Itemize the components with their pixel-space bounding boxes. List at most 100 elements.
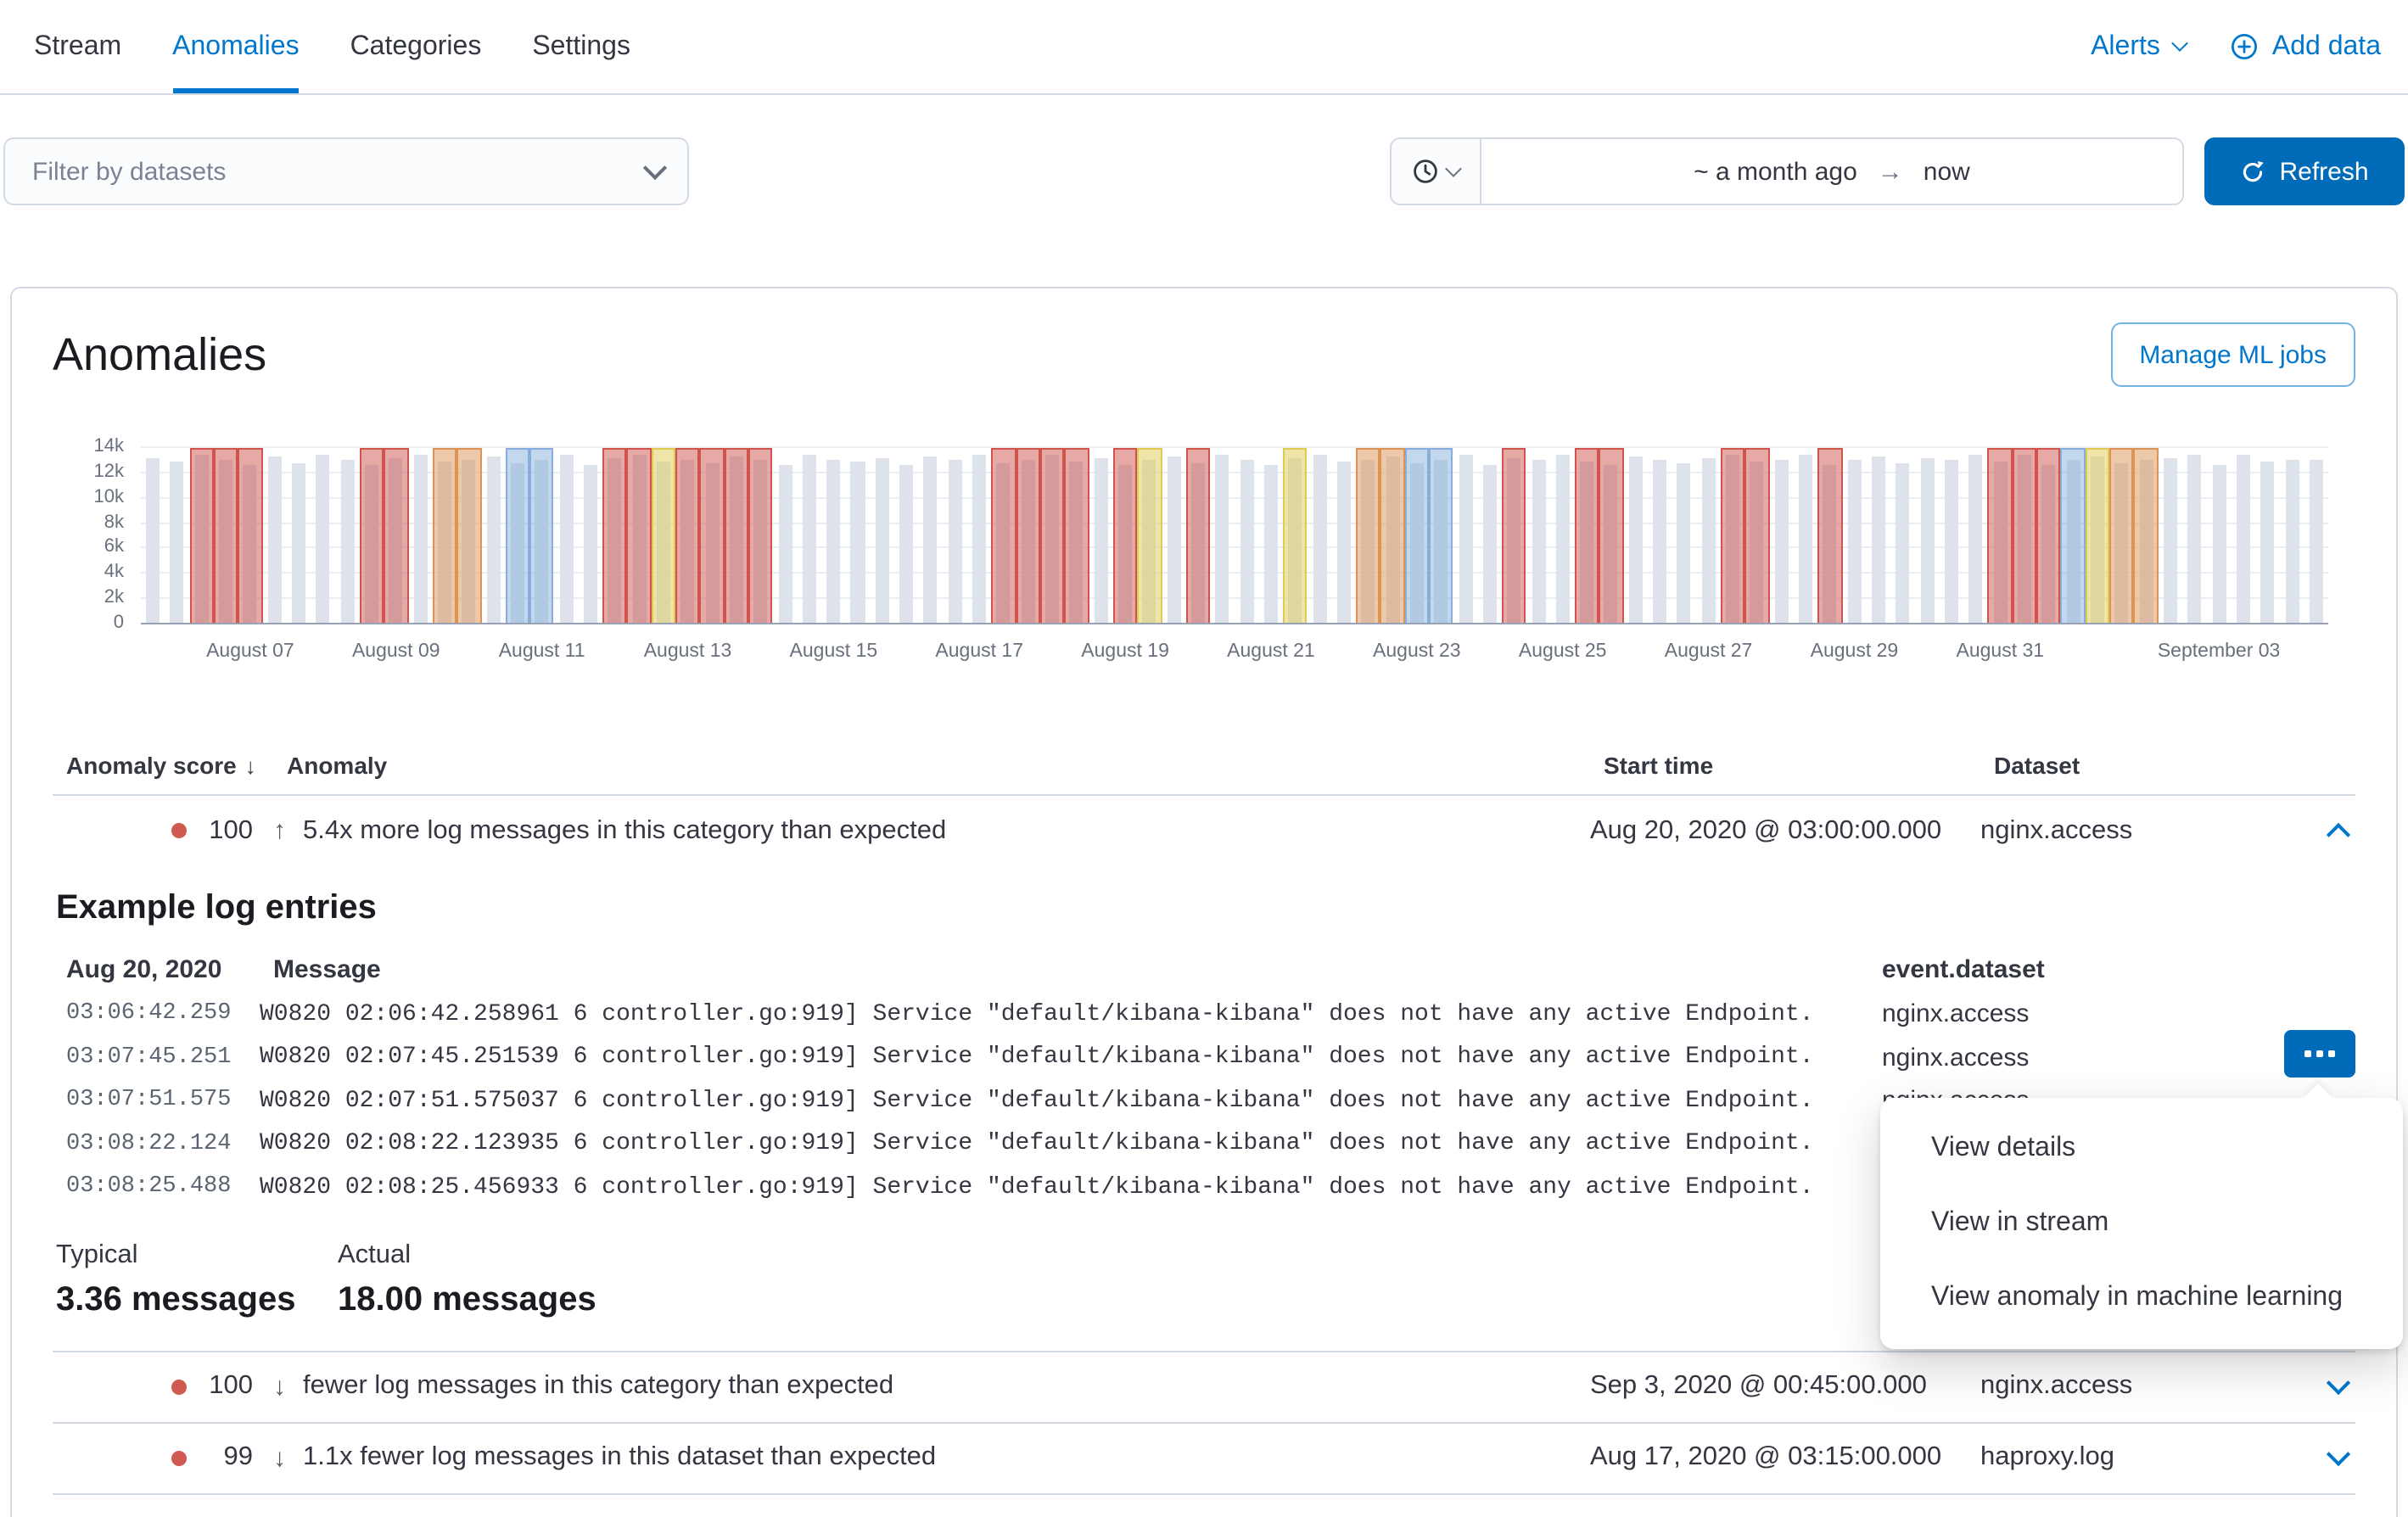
refresh-button[interactable]: Refresh <box>2204 137 2405 205</box>
filter-bar: ~ a month ago → now Refresh <box>3 137 2405 205</box>
column-anomaly: Anomaly <box>273 752 1590 779</box>
menu-item-view-in-stream[interactable]: View in stream <box>1880 1186 2403 1261</box>
chevron-down-icon <box>2171 35 2188 52</box>
chart-annotation-warning[interactable] <box>529 448 554 624</box>
chart-annotation-major[interactable] <box>1356 448 1380 624</box>
chart-bar <box>146 458 160 624</box>
alerts-menu-button[interactable]: Alerts <box>2091 31 2186 62</box>
log-date-column: Aug 20, 2020 <box>53 954 260 983</box>
log-timestamp: 03:07:51.575 <box>53 1089 260 1114</box>
expand-row-button[interactable] <box>2320 1381 2355 1391</box>
chart-annotation-critical[interactable] <box>1721 448 1745 624</box>
chart-annotation-minor[interactable] <box>1137 448 1162 624</box>
tab-categories[interactable]: Categories <box>350 0 482 93</box>
chart-annotation-minor[interactable] <box>1283 448 1308 624</box>
date-range-display: ~ a month ago → now <box>1481 139 2182 204</box>
chart-annotation-critical[interactable] <box>1745 448 1770 624</box>
chart-annotation-major[interactable] <box>456 448 481 624</box>
chart-annotation-critical[interactable] <box>675 448 700 624</box>
chart-annotation-critical[interactable] <box>1502 448 1526 624</box>
quick-select-date-button[interactable] <box>1392 139 1481 204</box>
x-axis-label: August 21 <box>1227 641 1315 662</box>
chart-annotation-critical[interactable] <box>238 448 263 624</box>
expand-row-button[interactable] <box>2320 1453 2355 1463</box>
chart-annotation-warning[interactable] <box>506 448 530 624</box>
anomaly-dataset: haproxy.log <box>1980 1514 2320 1517</box>
tab-stream[interactable]: Stream <box>34 0 121 93</box>
chart-annotation-warning[interactable] <box>2061 448 2086 624</box>
date-range-start[interactable]: ~ a month ago <box>1694 157 1857 186</box>
chart-annotation-minor[interactable] <box>652 448 676 624</box>
chart-annotation-major[interactable] <box>1380 448 1405 624</box>
anomaly-table-row[interactable]: 99↓1x fewer log messages in this dataset… <box>53 1494 2355 1517</box>
chart-bar <box>949 461 962 624</box>
tab-settings[interactable]: Settings <box>532 0 630 93</box>
collapse-row-button[interactable] <box>2320 819 2355 842</box>
anomaly-score: 100 <box>53 815 273 846</box>
chart-annotation-critical[interactable] <box>214 448 238 624</box>
chart-annotation-critical[interactable] <box>1575 448 1599 624</box>
chart-annotation-critical[interactable] <box>992 448 1016 624</box>
chart-annotation-critical[interactable] <box>724 448 748 624</box>
chart-annotation-critical[interactable] <box>2036 448 2061 624</box>
date-range-picker: ~ a month ago → now <box>1390 137 2184 205</box>
chart-annotation-critical[interactable] <box>1186 448 1211 624</box>
chart-annotation-major[interactable] <box>2109 448 2134 624</box>
chart-annotation-critical[interactable] <box>2013 448 2037 624</box>
chart-annotation-critical[interactable] <box>1599 448 1624 624</box>
chart-bar <box>1896 463 1910 624</box>
chart-bar <box>1459 454 1472 624</box>
log-entry-actions-button[interactable] <box>2284 1030 2355 1078</box>
chart-bar <box>972 454 986 624</box>
dataset-filter-input[interactable] <box>29 155 647 188</box>
chart-annotation-critical[interactable] <box>1113 448 1138 624</box>
chart-annotation-minor[interactable] <box>2086 448 2110 624</box>
chart-annotation-critical[interactable] <box>748 448 773 624</box>
chart-bar <box>1872 456 1885 624</box>
tab-anomalies[interactable]: Anomalies <box>172 0 299 93</box>
chart-bar <box>1677 463 1691 624</box>
menu-item-view-details[interactable]: View details <box>1880 1111 2403 1186</box>
date-range-end[interactable]: now <box>1924 157 1970 186</box>
menu-item-view-anomaly-in-machine-learning[interactable]: View anomaly in machine learning <box>1880 1261 2403 1335</box>
typical-value: 3.36 messages <box>53 1280 334 1319</box>
anomaly-start-time: Aug 12, 2020 @ 03:15:00.000 <box>1590 1514 1980 1517</box>
chart-annotation-critical[interactable] <box>1817 448 1842 624</box>
log-timestamp: 03:07:45.251 <box>53 1045 260 1071</box>
page-tabs: Stream Anomalies Categories Settings <box>34 0 630 93</box>
chart-annotation-critical[interactable] <box>1016 448 1040 624</box>
chart-bar <box>1774 461 1788 624</box>
add-data-link[interactable]: Add data <box>2230 31 2381 62</box>
anomaly-table-row[interactable]: 100↑5.4x more log messages in this categ… <box>53 796 2355 865</box>
log-entry-row[interactable]: 03:07:45.251W0820 02:07:45.251539 6 cont… <box>53 1036 2355 1079</box>
chart-annotation-critical[interactable] <box>1040 448 1065 624</box>
x-axis-label: August 11 <box>499 641 585 662</box>
alerts-label: Alerts <box>2091 31 2160 62</box>
chart-annotation-critical[interactable] <box>602 448 627 624</box>
chart-annotation-major[interactable] <box>2134 448 2159 624</box>
anomaly-table-row[interactable]: 100↓fewer log messages in this category … <box>53 1352 2355 1423</box>
chart-annotation-critical[interactable] <box>627 448 652 624</box>
chart-annotation-warning[interactable] <box>1429 448 1453 624</box>
chart-annotation-critical[interactable] <box>384 448 408 624</box>
column-anomaly-score[interactable]: Anomaly score ↓ <box>53 752 273 779</box>
dataset-filter-combobox[interactable] <box>3 137 689 205</box>
anomaly-table-row[interactable]: 99↓1.1x fewer log messages in this datas… <box>53 1423 2355 1494</box>
chart-annotation-warning[interactable] <box>1405 448 1430 624</box>
anomaly-score: 99 <box>53 1442 273 1473</box>
chart-annotation-critical[interactable] <box>1064 448 1089 624</box>
anomaly-dataset: nginx.access <box>1980 1371 2320 1402</box>
chart-annotation-major[interactable] <box>433 448 457 624</box>
log-dataset: nginx.access <box>1868 1000 2355 1029</box>
chart-annotation-critical[interactable] <box>360 448 384 624</box>
chart-annotation-critical[interactable] <box>1988 448 2013 624</box>
chart-bar <box>268 456 282 624</box>
chart-annotation-critical[interactable] <box>700 448 725 624</box>
x-axis-label: August 29 <box>1811 641 1899 662</box>
manage-ml-jobs-button[interactable]: Manage ML jobs <box>2110 322 2355 387</box>
chart-bar <box>1313 456 1326 624</box>
example-log-entries-title: Example log entries <box>56 889 2355 928</box>
log-entry-row[interactable]: 03:06:42.259W0820 02:06:42.258961 6 cont… <box>53 993 2355 1036</box>
chart-annotation-critical[interactable] <box>189 448 214 624</box>
log-message: W0820 02:07:51.575037 6 controller.go:91… <box>260 1088 1868 1115</box>
